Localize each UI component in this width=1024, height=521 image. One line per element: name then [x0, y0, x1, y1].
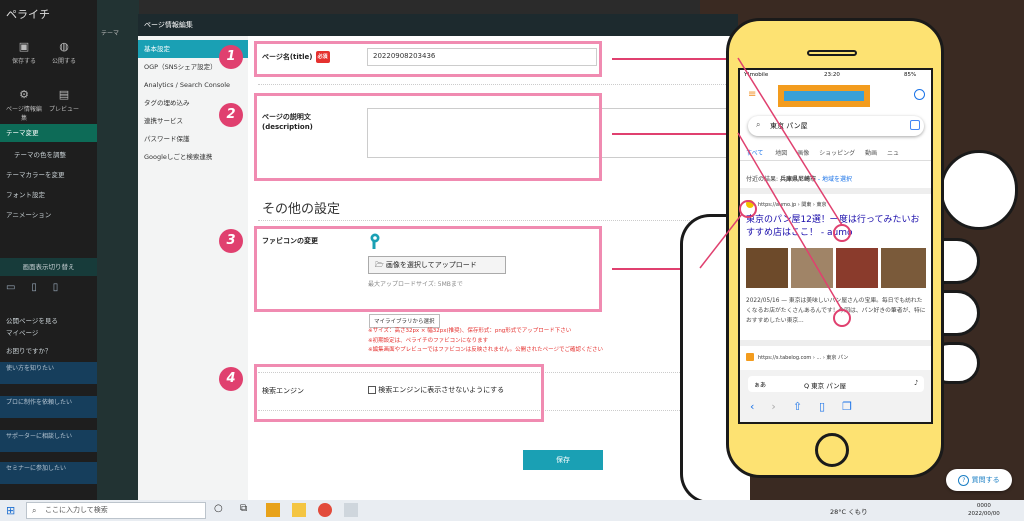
clock-date: 2022/00/00 [968, 511, 1000, 517]
title-circle [833, 224, 851, 242]
windows-taskbar: ⊞ ⌕ ここに入力して検索 ○ ⧉ 28°C くもり 0000 2022/00/… [0, 500, 1024, 521]
weather-status[interactable]: 28°C くもり [830, 506, 868, 516]
taskbar-search-input[interactable]: ⌕ ここに入力して検索 [26, 502, 206, 519]
taskbar-clock[interactable]: 0000 2022/00/00 [968, 502, 1000, 518]
task-view-icon[interactable]: ⧉ [240, 503, 247, 514]
help-icon: ? [958, 475, 970, 486]
app-icon[interactable] [344, 503, 358, 517]
clock-time: 0000 [976, 503, 991, 509]
ask-question-label: 質問する [971, 476, 1000, 484]
favicon-connector [699, 213, 743, 269]
ask-question-button[interactable]: ? 質問する [946, 469, 1012, 491]
description-connector [737, 132, 843, 311]
taskbar-search-placeholder: ここに入力して検索 [45, 506, 108, 514]
phone-annotations [699, 57, 851, 327]
search-icon: ⌕ [32, 506, 37, 515]
chrome-icon[interactable] [318, 503, 332, 517]
explorer-icon[interactable] [292, 503, 306, 517]
title-connector [737, 57, 843, 226]
app-icon[interactable] [266, 503, 280, 517]
cortana-icon[interactable]: ○ [214, 503, 223, 514]
description-circle [833, 309, 851, 327]
windows-start-icon[interactable]: ⊞ [6, 504, 15, 517]
